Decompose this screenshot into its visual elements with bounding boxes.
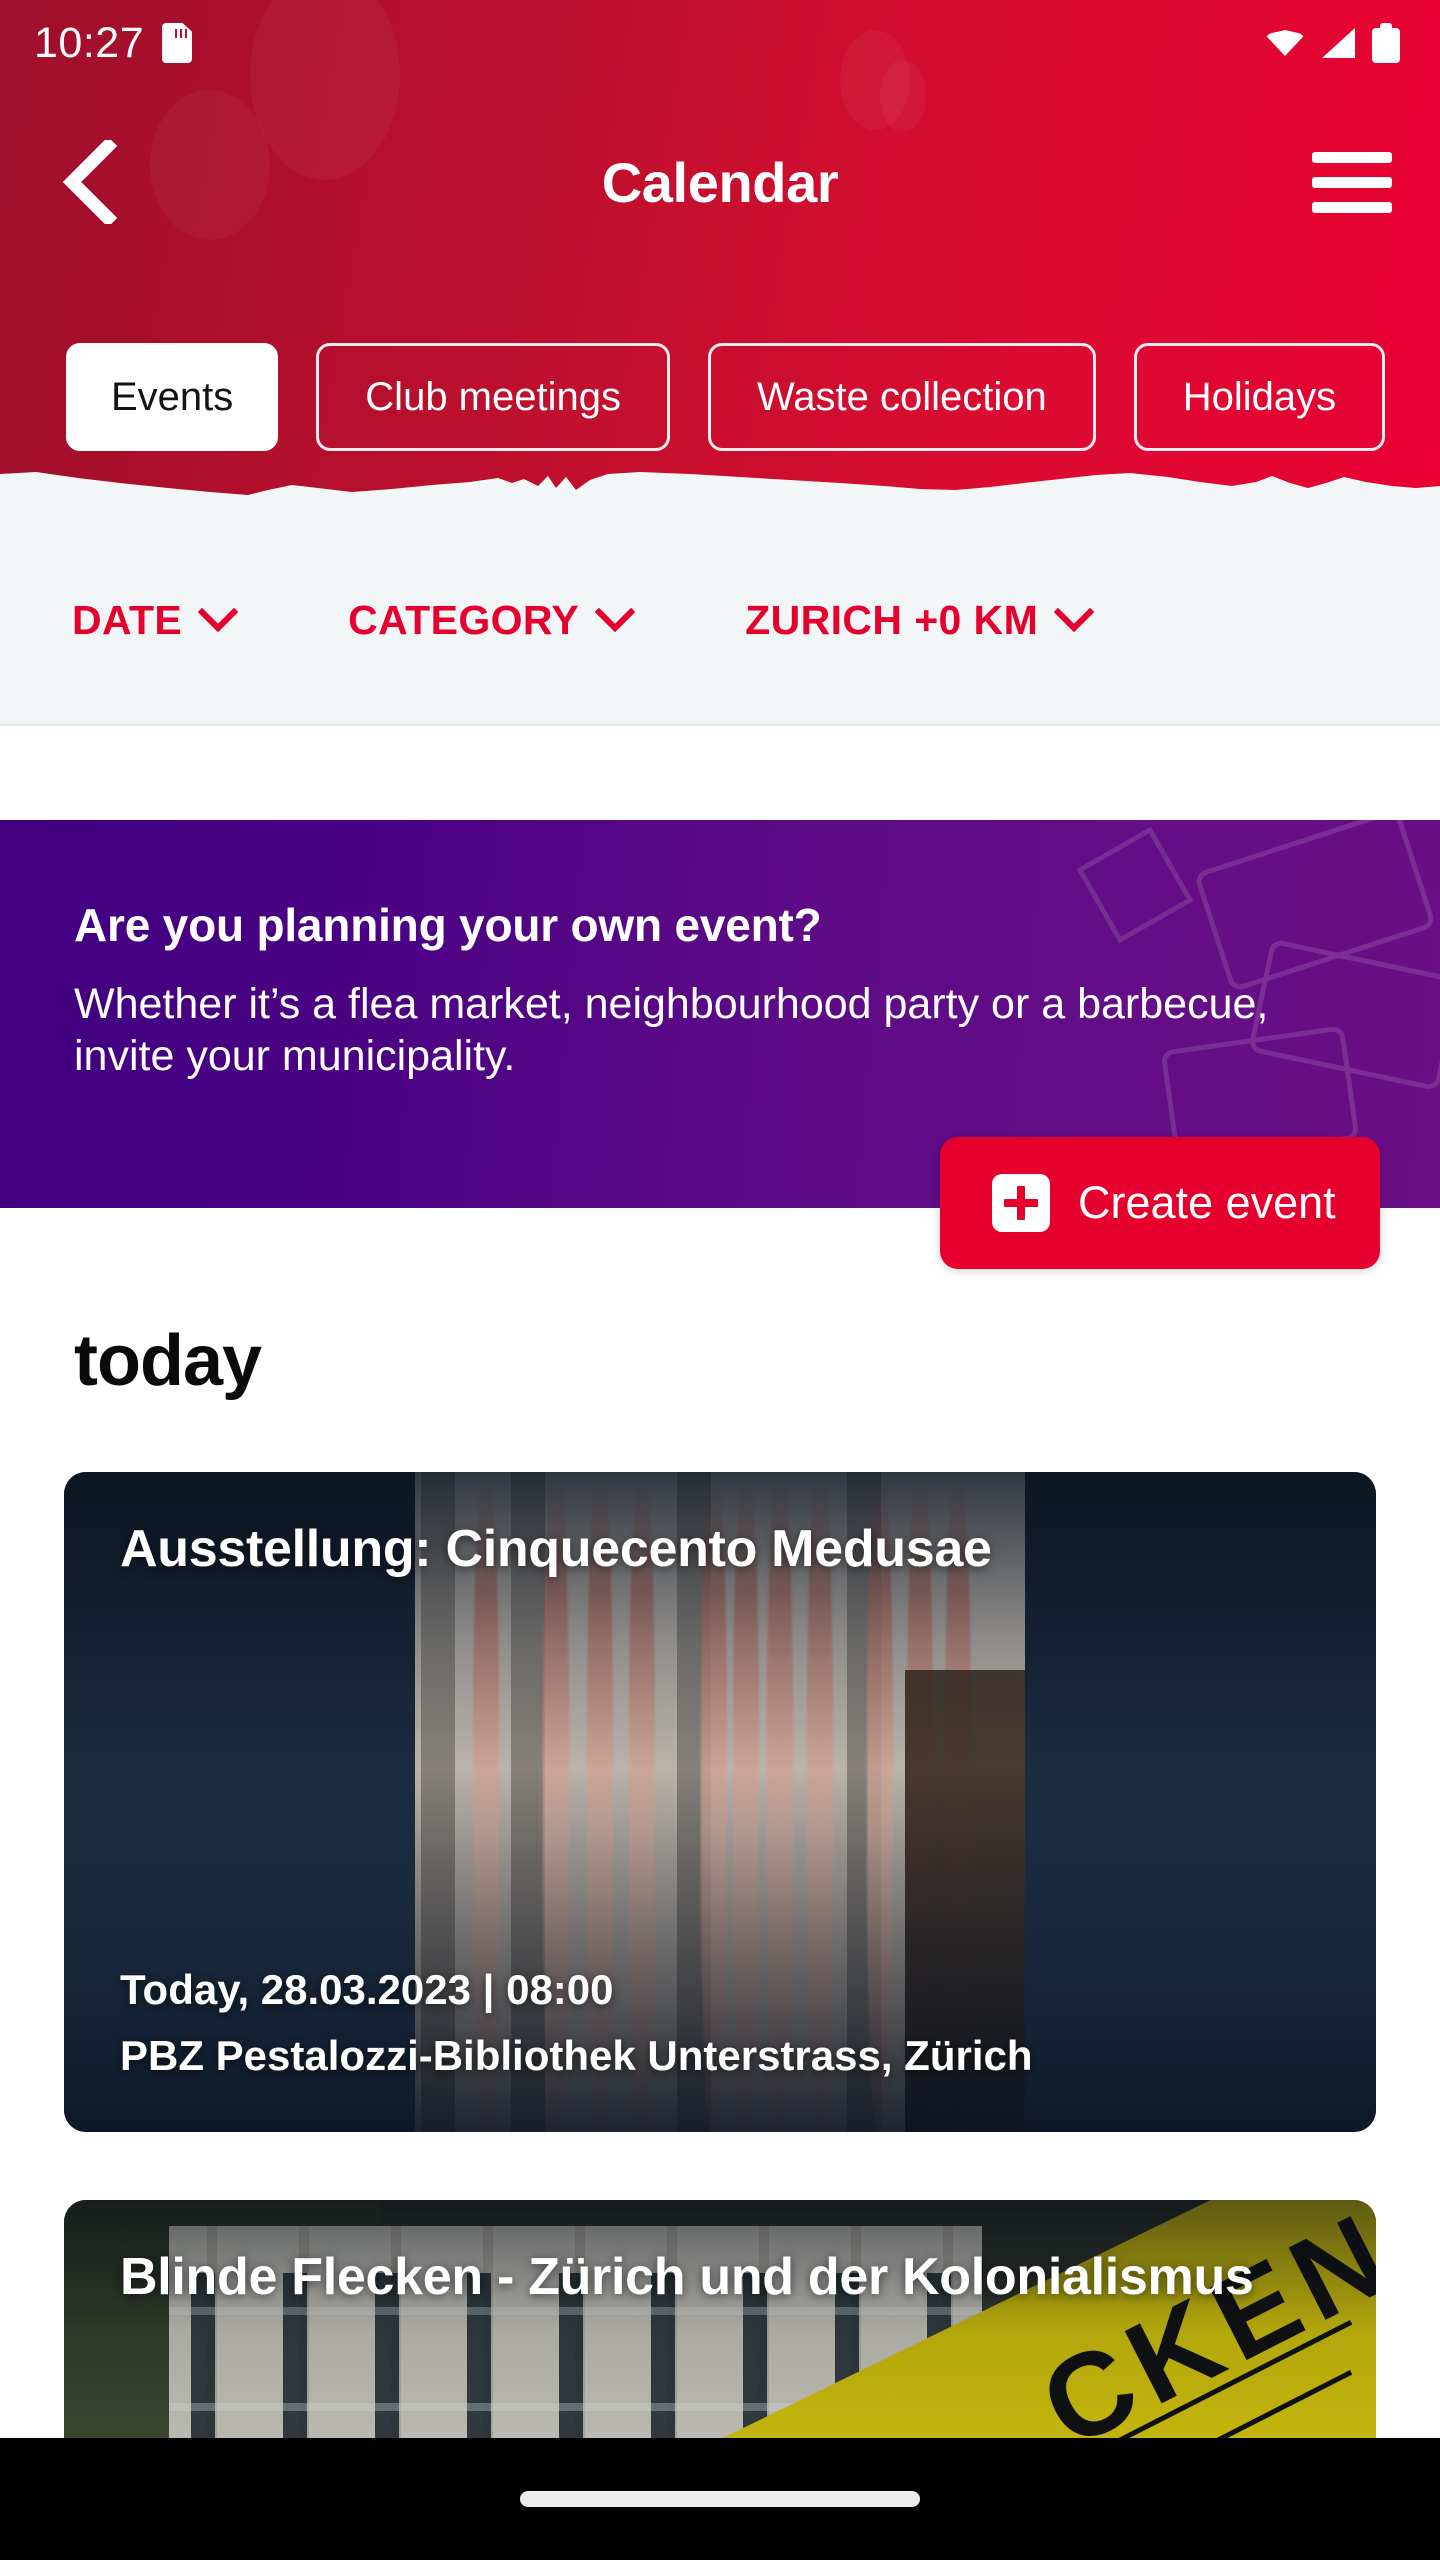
filter-label: DATE: [72, 596, 183, 643]
home-indicator[interactable]: [520, 2491, 920, 2507]
filter-date[interactable]: DATE: [72, 596, 239, 644]
create-event-label: Create event: [1078, 1177, 1336, 1228]
filter-category[interactable]: CATEGORY: [348, 596, 636, 644]
wifi-icon: [1265, 28, 1305, 58]
torn-paper-divider: [0, 472, 1440, 522]
chevron-down-icon: [1054, 607, 1095, 633]
cellular-signal-icon: [1322, 28, 1355, 58]
tab-label: Holidays: [1182, 374, 1337, 419]
status-bar-right: [1265, 23, 1400, 63]
tab-label: Events: [111, 374, 234, 419]
hamburger-menu-icon[interactable]: [1304, 136, 1400, 228]
chevron-down-icon: [595, 607, 636, 633]
navigation-bar: Calendar: [0, 118, 1440, 246]
chevron-down-icon: [198, 607, 239, 633]
promo-title: Are you planning your own event?: [74, 899, 822, 951]
status-bar-left: 10:27: [34, 18, 193, 67]
phone-screen: 10:27 Calendar Events Club meetings Wast…: [0, 0, 1440, 2560]
event-title: Ausstellung: Cinquecento Medusae: [120, 1520, 992, 1578]
status-bar-clock: 10:27: [34, 18, 145, 67]
app-header: 10:27 Calendar Events Club meetings Wast…: [0, 0, 1440, 510]
system-navigation-bar: [0, 2438, 1440, 2560]
content-spacer: [0, 726, 1440, 820]
event-card[interactable]: Ausstellung: Cinquecento Medusae Today, …: [64, 1472, 1376, 2132]
promo-description: Whether it’s a flea market, neighbourhoo…: [74, 980, 1269, 1081]
tab-waste-collection[interactable]: Waste collection: [707, 343, 1096, 451]
section-heading-today: today: [74, 1321, 262, 1401]
plus-icon: [992, 1174, 1050, 1232]
category-tabs[interactable]: Events Club meetings Waste collection Ho…: [0, 332, 1440, 462]
tab-club-meetings[interactable]: Club meetings: [316, 343, 670, 451]
filter-bar: DATE CATEGORY ZURICH +0 KM: [0, 516, 1440, 726]
event-meta: Today, 28.03.2023 | 08:00 PBZ Pestalozzi…: [120, 1966, 1336, 2080]
tab-holidays[interactable]: Holidays: [1133, 343, 1386, 451]
event-title: Blinde Flecken - Zürich und der Kolonial…: [120, 2248, 1254, 2306]
status-bar: 10:27: [0, 0, 1440, 86]
sd-card-icon: [162, 23, 193, 63]
filter-label: ZURICH +0 KM: [745, 596, 1039, 643]
create-event-button[interactable]: Create event: [940, 1137, 1380, 1269]
event-datetime: Today, 28.03.2023 | 08:00: [120, 1966, 614, 2013]
tab-events[interactable]: Events: [66, 343, 279, 451]
filter-location-radius[interactable]: ZURICH +0 KM: [745, 596, 1095, 644]
page-title: Calendar: [601, 150, 839, 214]
tab-label: Club meetings: [365, 374, 621, 419]
filter-label: CATEGORY: [348, 596, 580, 643]
event-location: PBZ Pestalozzi-Bibliothek Unterstrass, Z…: [120, 2032, 1033, 2079]
tab-label: Waste collection: [756, 374, 1047, 419]
battery-icon: [1372, 23, 1400, 63]
